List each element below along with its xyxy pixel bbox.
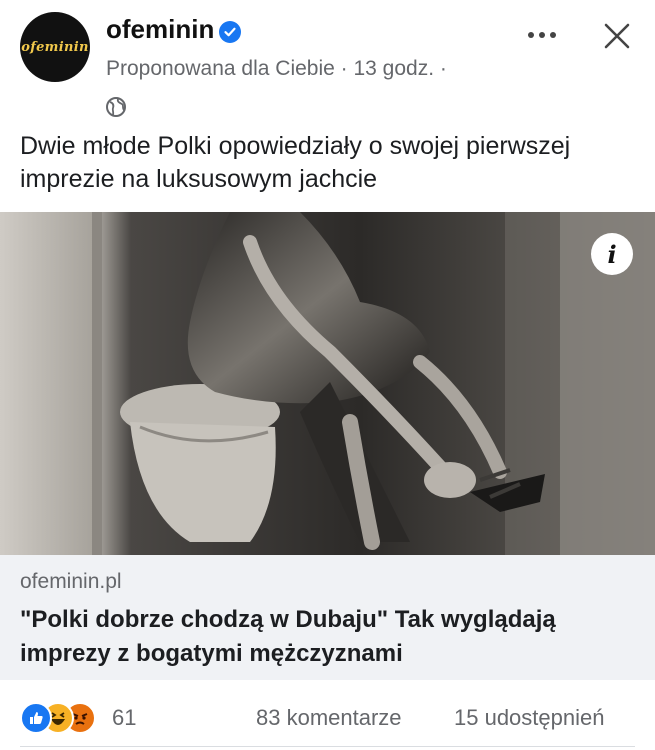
verified-badge-icon xyxy=(219,21,241,43)
comments-count[interactable]: 83 komentarze xyxy=(256,705,402,731)
page-name[interactable]: ofeminin xyxy=(106,14,214,45)
link-title[interactable]: "Polki dobrze chodzą w Dubaju" Tak wyglą… xyxy=(20,603,640,671)
post-photo[interactable] xyxy=(0,212,655,555)
post-meta: Proponowana dla Ciebie · 13 godz. · xyxy=(106,57,447,80)
reaction-count[interactable]: 61 xyxy=(112,705,136,731)
post-text: Dwie młode Polki opowiedziały o swojej p… xyxy=(20,132,571,193)
reactions-summary[interactable] xyxy=(20,702,110,734)
info-icon[interactable]: i xyxy=(591,233,633,275)
avatar-logo-text: ofeminin xyxy=(21,39,89,55)
photo-illustration xyxy=(0,212,655,555)
divider xyxy=(20,746,635,747)
page-avatar[interactable]: ofeminin xyxy=(20,12,90,82)
link-preview-card[interactable]: ofeminin.pl "Polki dobrze chodzą w Dubaj… xyxy=(0,555,655,680)
globe-icon xyxy=(105,96,127,118)
post-footer: 61 83 komentarze 15 udostępnień xyxy=(0,695,655,740)
shares-count[interactable]: 15 udostępnień xyxy=(454,705,604,731)
post-header: ofeminin ofeminin Proponowana dla Ciebie… xyxy=(0,0,655,120)
like-reaction-icon xyxy=(20,702,52,734)
link-domain: ofeminin.pl xyxy=(20,570,122,593)
more-options-icon[interactable] xyxy=(522,22,562,48)
close-icon[interactable] xyxy=(597,16,637,56)
